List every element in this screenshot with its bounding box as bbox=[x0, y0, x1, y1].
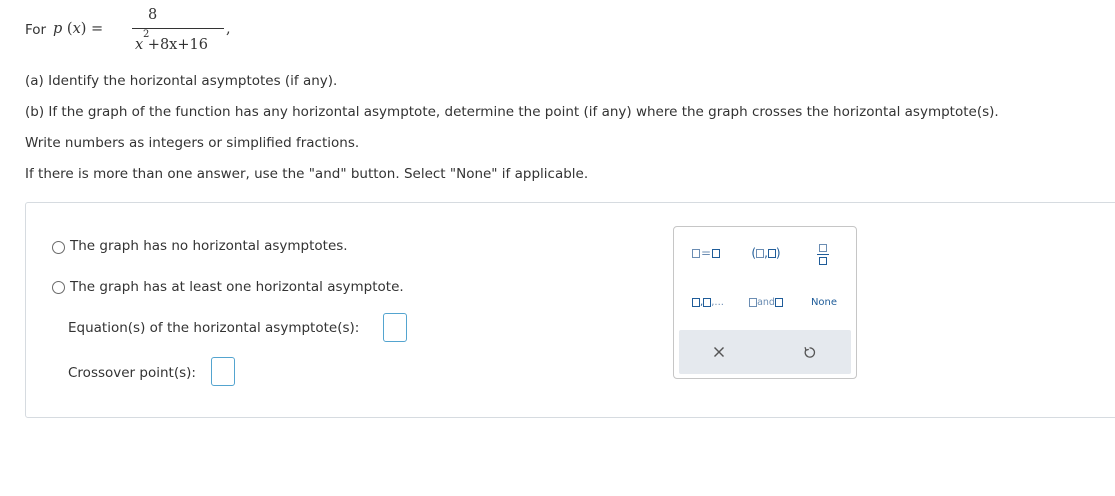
fraction-numerator: 8 bbox=[148, 7, 158, 23]
function-definition: For p (x) = 8 x +8x+16 2 , bbox=[25, 4, 231, 59]
undo-arrow-icon bbox=[803, 346, 815, 358]
option-no-asymptotes-label[interactable]: The graph has no horizontal asymptotes. bbox=[70, 238, 348, 254]
fraction-bar-icon bbox=[817, 253, 829, 255]
function-lhs: p (x) = bbox=[53, 21, 104, 37]
radio-no-asymptotes[interactable] bbox=[52, 241, 65, 254]
placeholder-box-icon bbox=[774, 297, 783, 307]
equation-label: Equation(s) of the horizontal asymptote(… bbox=[68, 320, 360, 336]
format-note: Write numbers as integers or simplified … bbox=[25, 135, 360, 151]
placeholder-box-icon bbox=[749, 297, 758, 307]
radio-has-asymptote[interactable] bbox=[52, 281, 65, 294]
placeholder-box-icon bbox=[712, 248, 721, 258]
placeholder-box-icon bbox=[756, 248, 765, 258]
placeholder-box-icon bbox=[691, 248, 700, 258]
equals-key[interactable]: = bbox=[684, 243, 728, 263]
fraction-key[interactable] bbox=[808, 237, 838, 271]
crossover-input[interactable] bbox=[211, 357, 235, 386]
clear-button[interactable] bbox=[704, 340, 734, 364]
list-key[interactable]: , ,... bbox=[682, 292, 734, 312]
denominator-exponent: 2 bbox=[143, 29, 150, 40]
placeholder-box-icon bbox=[692, 297, 701, 307]
instruction-part-a: (a) Identify the horizontal asymptotes (… bbox=[25, 73, 338, 89]
crossover-label: Crossover point(s): bbox=[68, 365, 196, 381]
placeholder-box-icon bbox=[819, 243, 827, 252]
placeholder-box-icon bbox=[767, 248, 776, 258]
instruction-part-b: (b) If the graph of the function has any… bbox=[25, 104, 999, 120]
none-key[interactable]: None bbox=[802, 292, 846, 312]
multiple-answer-note: If there is more than one answer, use th… bbox=[25, 166, 589, 182]
and-key[interactable]: and bbox=[740, 292, 792, 312]
option-has-asymptote-label[interactable]: The graph has at least one horizontal as… bbox=[70, 279, 404, 295]
ordered-pair-key[interactable]: ( , ) bbox=[740, 243, 792, 263]
undo-button[interactable] bbox=[794, 340, 824, 364]
formula-lead: For bbox=[25, 22, 47, 38]
placeholder-box-icon bbox=[703, 297, 712, 307]
placeholder-box-icon bbox=[819, 256, 827, 265]
equation-input[interactable] bbox=[383, 313, 407, 342]
math-keypad: = ( , ) , ,... and None bbox=[673, 226, 857, 379]
formula-comma: , bbox=[226, 21, 231, 37]
answer-panel bbox=[25, 202, 1115, 418]
close-x-icon bbox=[714, 347, 724, 357]
